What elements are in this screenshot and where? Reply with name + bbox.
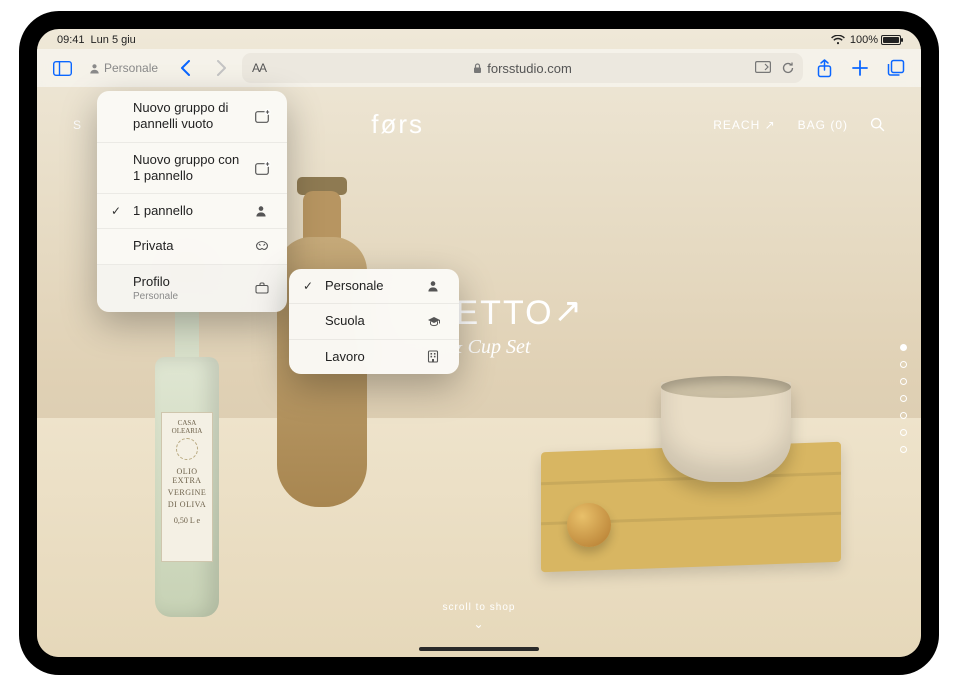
person-icon [255, 205, 273, 217]
menu-label: Privata [133, 238, 247, 254]
text-size-button[interactable]: AA [252, 61, 266, 75]
home-indicator[interactable] [419, 647, 539, 651]
site-logo[interactable]: førs [371, 109, 424, 140]
new-group-one-icon [255, 161, 273, 175]
status-date: Lun 5 giu [91, 34, 136, 46]
menu-profile[interactable]: Profilo Personale [97, 265, 287, 313]
ipad-frame: 09:41 Lun 5 giu 100% [19, 11, 939, 675]
person-icon [89, 63, 100, 74]
dot-3[interactable] [900, 378, 907, 385]
status-bar: 09:41 Lun 5 giu 100% [37, 29, 921, 49]
profile-label: Scuola [325, 313, 419, 329]
dot-1[interactable] [900, 344, 907, 351]
profile-personal[interactable]: ✓ Personale [289, 269, 459, 304]
tab-groups-menu: Nuovo gruppo di pannelli vuoto Nuovo gru… [97, 91, 287, 312]
profile-indicator[interactable]: Personale [83, 58, 164, 78]
menu-label: Nuovo gruppo di pannelli vuoto [133, 100, 247, 133]
graduation-icon [427, 316, 445, 327]
checkmark-icon: ✓ [303, 279, 317, 293]
safari-toolbar: Personale AA forsstudio.com [37, 49, 921, 87]
battery-percent: 100% [850, 34, 878, 46]
menu-label: Nuovo gruppo con 1 pannello [133, 152, 247, 185]
search-icon[interactable] [870, 117, 885, 132]
address-bar[interactable]: AA forsstudio.com [242, 53, 803, 83]
extensions-icon[interactable] [755, 61, 771, 75]
bg-cup [661, 382, 791, 482]
menu-sublabel: Personale [133, 291, 247, 304]
reload-button[interactable] [781, 61, 795, 75]
reach-link[interactable]: REACH ↗ [713, 118, 775, 132]
profile-label: Personale [104, 61, 158, 75]
bottle-brand: CASA OLEARIA [166, 419, 208, 435]
profile-school[interactable]: Scuola [289, 304, 459, 339]
profile-label: Lavoro [325, 349, 419, 365]
profile-work[interactable]: Lavoro [289, 340, 459, 374]
battery-indicator: 100% [850, 34, 901, 46]
arrow-icon: ↗ [554, 291, 585, 331]
scroll-label: scroll to shop [443, 602, 516, 613]
person-icon [427, 280, 445, 292]
page-dots[interactable] [900, 344, 907, 453]
bottle-line1: OLIO EXTRA [166, 467, 208, 485]
tabs-button[interactable] [881, 53, 911, 83]
new-group-icon [255, 109, 273, 123]
bg-fruit [567, 503, 611, 547]
wifi-icon [831, 35, 845, 45]
dot-7[interactable] [900, 446, 907, 453]
share-button[interactable] [809, 53, 839, 83]
new-tab-button[interactable] [845, 53, 875, 83]
screen: 09:41 Lun 5 giu 100% [37, 29, 921, 657]
lock-icon [473, 63, 482, 74]
menu-new-empty-group[interactable]: Nuovo gruppo di pannelli vuoto [97, 91, 287, 143]
sidebar-button[interactable] [47, 53, 77, 83]
menu-label: Profilo [133, 274, 170, 289]
status-time: 09:41 [57, 34, 85, 46]
forward-button [206, 53, 236, 83]
back-button[interactable] [170, 53, 200, 83]
checkmark-icon: ✓ [111, 204, 125, 218]
menu-new-one-group[interactable]: Nuovo gruppo con 1 pannello [97, 143, 287, 195]
private-icon [255, 240, 273, 252]
dot-5[interactable] [900, 412, 907, 419]
dot-4[interactable] [900, 395, 907, 402]
bottle-line2: VERGINE [168, 488, 207, 497]
briefcase-icon [255, 282, 273, 294]
building-icon [427, 350, 445, 363]
bag-link[interactable]: BAG (0) [798, 118, 848, 132]
scroll-indicator[interactable]: scroll to shop ⌄ [443, 602, 516, 631]
menu-private[interactable]: Privata [97, 229, 287, 264]
profile-label: Personale [325, 278, 419, 294]
bottle-size: 0,50 L e [174, 516, 200, 525]
dot-6[interactable] [900, 429, 907, 436]
url-text: forsstudio.com [487, 61, 572, 76]
profile-submenu: ✓ Personale Scuola Lavoro [289, 269, 459, 374]
site-menu-left[interactable]: S [73, 118, 82, 132]
bottle-line3: DI OLIVA [168, 500, 206, 509]
chevron-down-icon: ⌄ [443, 617, 516, 631]
menu-label: 1 pannello [133, 203, 247, 219]
dot-2[interactable] [900, 361, 907, 368]
menu-one-tab[interactable]: ✓ 1 pannello [97, 194, 287, 229]
